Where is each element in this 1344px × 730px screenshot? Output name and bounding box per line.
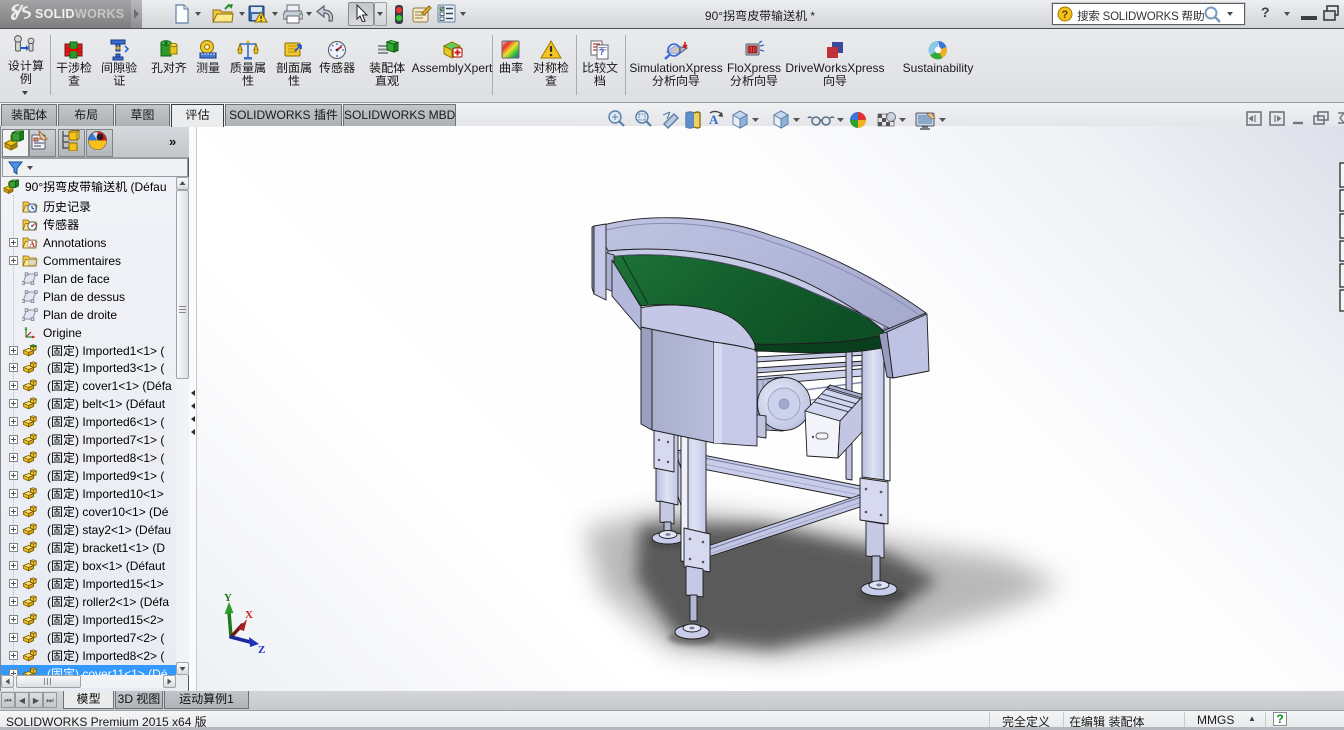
svg-text:Z: Z bbox=[258, 644, 265, 656]
svg-text:SOLID: SOLID bbox=[35, 7, 75, 21]
svg-text:A: A bbox=[709, 112, 719, 127]
svg-text:X: X bbox=[245, 609, 253, 621]
svg-text:?: ? bbox=[599, 47, 605, 57]
svg-text:WORKS: WORKS bbox=[75, 7, 124, 21]
svg-text:Y: Y bbox=[224, 592, 232, 604]
svg-text:?: ? bbox=[1062, 9, 1069, 21]
